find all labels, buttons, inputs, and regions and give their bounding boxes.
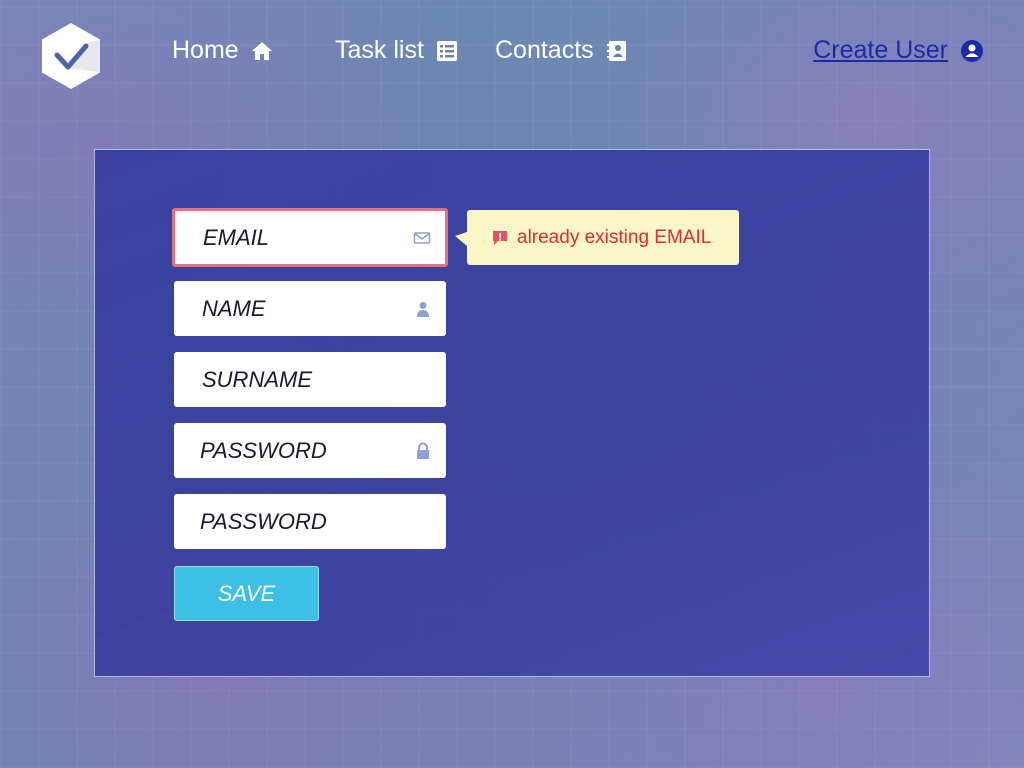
- surname-field[interactable]: [174, 352, 446, 407]
- nav-home[interactable]: Home: [172, 36, 273, 65]
- nav-contacts[interactable]: Contacts: [495, 36, 628, 65]
- envelope-icon: [413, 231, 431, 244]
- email-input[interactable]: [175, 211, 445, 264]
- home-icon: [251, 41, 272, 60]
- nav-task-list-label: Task list: [335, 36, 424, 64]
- save-button[interactable]: SAVE: [174, 566, 319, 621]
- person-icon: [417, 301, 429, 317]
- password-confirm-field[interactable]: [174, 494, 446, 549]
- email-field[interactable]: [172, 208, 448, 267]
- email-error-message: already existing EMAIL: [517, 226, 712, 248]
- alert-icon: [493, 230, 507, 245]
- checkmark-hexagon-icon: [42, 23, 100, 89]
- password-input[interactable]: [174, 423, 446, 478]
- lock-icon: [417, 442, 429, 459]
- create-user-label: Create User: [813, 36, 948, 64]
- password-field[interactable]: [174, 423, 446, 478]
- name-input[interactable]: [174, 281, 446, 336]
- surname-input[interactable]: [174, 352, 446, 407]
- user-circle-icon: [961, 39, 983, 62]
- nav-contacts-label: Contacts: [495, 36, 594, 64]
- app-logo[interactable]: [40, 22, 102, 90]
- nav-task-list[interactable]: Task list: [335, 36, 458, 65]
- create-user-link[interactable]: Create User: [813, 36, 984, 65]
- name-field[interactable]: [174, 281, 446, 336]
- email-error-tooltip: already existing EMAIL: [455, 210, 739, 265]
- address-book-icon: [606, 40, 626, 61]
- password-confirm-input[interactable]: [174, 494, 446, 549]
- list-icon: [436, 40, 457, 61]
- nav-home-label: Home: [172, 36, 239, 64]
